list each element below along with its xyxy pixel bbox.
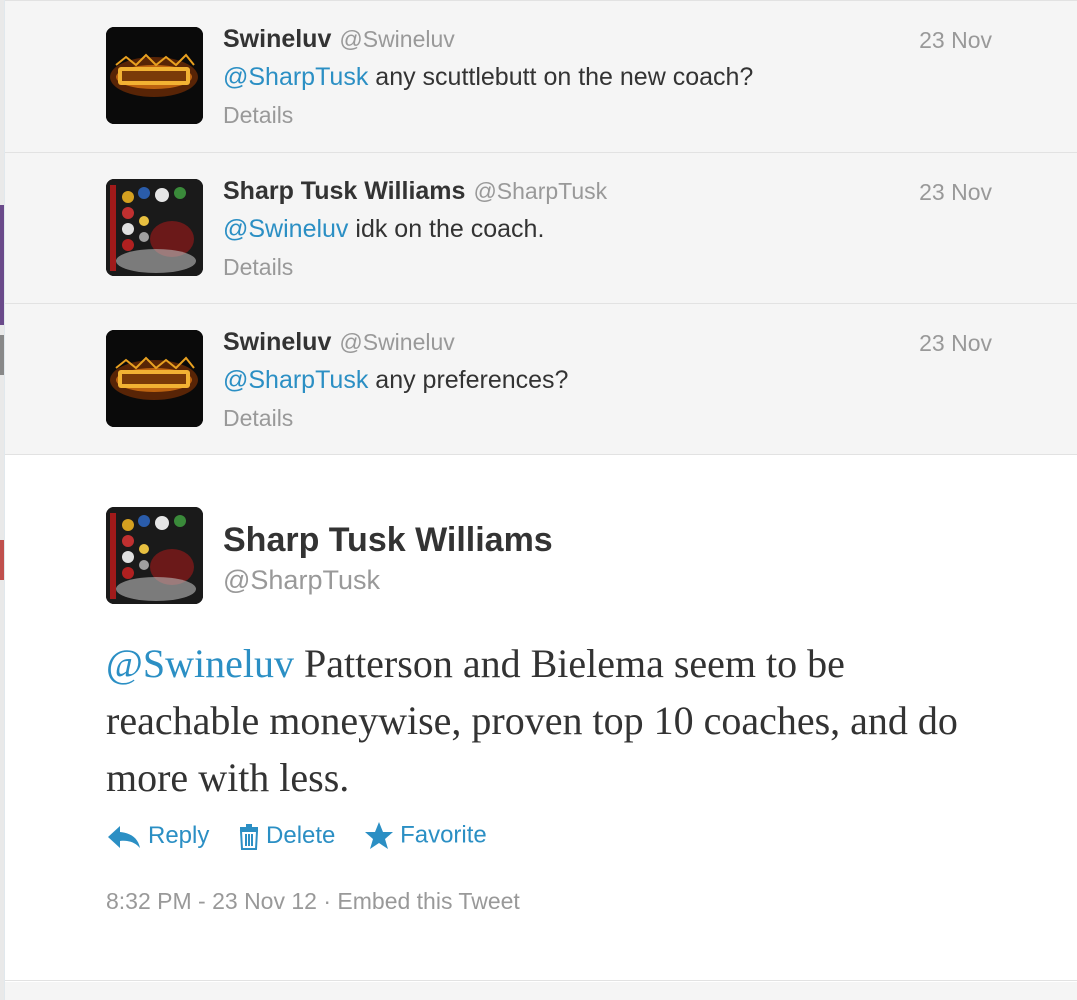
tweet-conversation: Swineluv @Swineluv 23 Nov @SharpTusk any … — [4, 0, 1077, 1000]
tweet-header: Sharp Tusk Williams @SharpTusk — [223, 177, 607, 207]
avatar[interactable] — [106, 27, 203, 124]
tweet-text: @Swineluv idk on the coach. — [223, 215, 544, 244]
tweet-header: Swineluv @Swineluv — [223, 328, 455, 358]
avatar[interactable] — [106, 330, 203, 427]
mention-link[interactable]: @Swineluv — [106, 641, 294, 686]
tweet-body: idk on the coach. — [348, 215, 545, 243]
delete-button[interactable]: Delete — [238, 822, 335, 850]
tweet-meta: 8:32 PM - 23 Nov 12 · Embed this Tweet — [106, 888, 520, 915]
user-fullname[interactable]: Sharp Tusk Williams — [223, 177, 465, 205]
trash-icon — [239, 823, 259, 850]
mention-link[interactable]: @SharpTusk — [223, 366, 368, 394]
user-screen-name[interactable]: @Swineluv — [339, 26, 454, 52]
reply-button[interactable]: Reply — [106, 822, 209, 850]
details-link[interactable]: Details — [223, 405, 293, 432]
tweet-actions: Reply Delete Favorite — [106, 821, 509, 851]
user-screen-name[interactable]: @Swineluv — [339, 329, 454, 355]
tweet-timestamp[interactable]: 23 Nov — [919, 330, 992, 357]
favorite-button[interactable]: Favorite — [364, 821, 487, 851]
mention-link[interactable]: @SharpTusk — [223, 63, 368, 91]
tweet-text: @SharpTusk any preferences? — [223, 366, 568, 395]
favorite-label: Favorite — [400, 821, 487, 849]
meta-separator: · — [316, 888, 338, 914]
tweet-timestamp[interactable]: 23 Nov — [919, 179, 992, 206]
mention-link[interactable]: @Swineluv — [223, 215, 348, 243]
user-screen-name[interactable]: @SharpTusk — [223, 565, 380, 596]
conversation-tweet[interactable]: Sharp Tusk Williams @SharpTusk 23 Nov @Sw… — [5, 153, 1077, 304]
tweet-body: any preferences? — [368, 366, 569, 394]
embed-tweet-link[interactable]: Embed this Tweet — [337, 888, 519, 914]
avatar[interactable] — [106, 507, 203, 604]
user-fullname[interactable]: Swineluv — [223, 25, 331, 53]
avatar[interactable] — [106, 179, 203, 276]
tweet-header: Swineluv @Swineluv — [223, 25, 455, 55]
details-link[interactable]: Details — [223, 254, 293, 281]
tweet-text: @SharpTusk any scuttlebutt on the new co… — [223, 63, 753, 92]
expanded-tweet: Sharp Tusk Williams @SharpTusk @Swineluv… — [5, 455, 1077, 981]
reply-label: Reply — [148, 822, 210, 849]
reply-icon — [108, 825, 140, 848]
user-fullname[interactable]: Swineluv — [223, 328, 331, 356]
star-icon — [365, 822, 394, 849]
user-screen-name[interactable]: @SharpTusk — [473, 178, 607, 204]
tweet-body: any scuttlebutt on the new coach? — [368, 63, 754, 91]
user-fullname[interactable]: Sharp Tusk Williams — [223, 521, 553, 560]
conversation-tweet[interactable]: Swineluv @Swineluv 23 Nov @SharpTusk any … — [5, 304, 1077, 455]
footer-strip — [5, 982, 1077, 1000]
conversation-tweet[interactable]: Swineluv @Swineluv 23 Nov @SharpTusk any … — [5, 0, 1077, 153]
tweet-timestamp[interactable]: 23 Nov — [919, 27, 992, 54]
tweet-timestamp[interactable]: 8:32 PM - 23 Nov 12 — [106, 888, 317, 914]
tweet-text: @Swineluv Patterson and Bielema seem to … — [106, 635, 986, 806]
details-link[interactable]: Details — [223, 102, 293, 129]
delete-label: Delete — [266, 822, 336, 849]
